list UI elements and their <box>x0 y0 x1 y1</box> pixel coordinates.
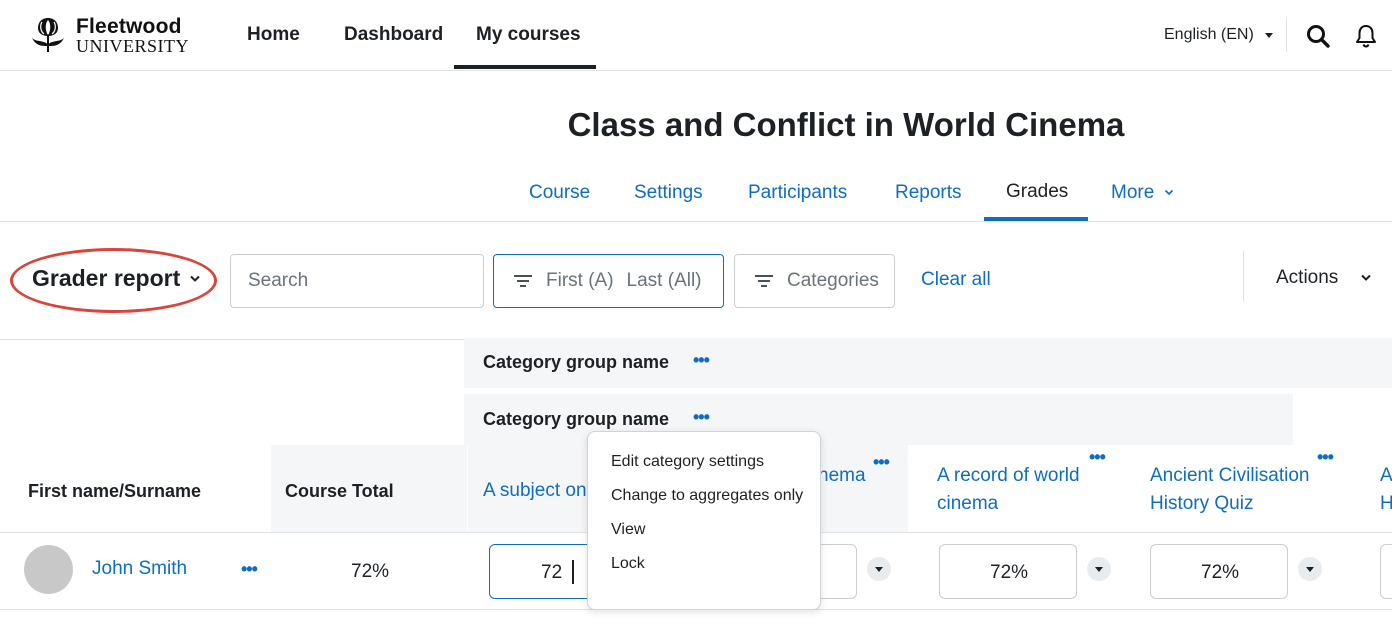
grade-value-4: 72% <box>1201 562 1240 583</box>
category-context-menu: Edit category settings Change to aggrega… <box>587 431 821 610</box>
tab-more[interactable]: More <box>1111 182 1174 204</box>
tab-settings[interactable]: Settings <box>634 182 703 204</box>
caret-down-icon <box>1265 32 1274 38</box>
grade-2-action-caret[interactable] <box>867 557 891 581</box>
top-navbar: Fleetwood UNIVERSITY Home Dashboard My c… <box>0 0 1392 71</box>
grade-input-5[interactable] <box>1380 544 1392 599</box>
annotation-highlight-circle <box>10 248 217 313</box>
grid-top-border <box>0 339 464 340</box>
course-total-value: 72% <box>351 561 390 582</box>
grade-3-action-caret[interactable] <box>1087 557 1111 581</box>
course-total-header[interactable]: Course Total <box>285 481 394 502</box>
nav-dashboard[interactable]: Dashboard <box>344 24 443 46</box>
chevron-down-icon <box>1360 274 1371 281</box>
actions-label: Actions <box>1276 267 1339 288</box>
toolbar-divider <box>1243 251 1244 302</box>
bell-icon[interactable] <box>1355 24 1377 48</box>
category-name-2: Category group name <box>483 409 670 429</box>
menu-change-to-aggregates[interactable]: Change to aggregates only <box>611 487 803 505</box>
grade-value-1: 72 <box>541 562 563 583</box>
tulip-logo-icon <box>32 18 64 52</box>
text-cursor <box>572 560 574 584</box>
chevron-down-icon <box>1164 190 1173 196</box>
brand-subtitle: UNIVERSITY <box>76 36 189 56</box>
name-column-header[interactable]: First name/Surname <box>28 481 201 502</box>
category-1-menu-icon[interactable]: ••• <box>693 350 710 371</box>
grade-input-1[interactable]: 72 <box>489 544 599 599</box>
language-selector[interactable]: English (EN) <box>1164 26 1274 44</box>
nav-active-indicator <box>454 65 596 69</box>
student-name-link[interactable]: John Smith <box>92 558 187 580</box>
nav-my-courses[interactable]: My courses <box>476 24 581 46</box>
filter-icon <box>755 274 773 288</box>
category-2-menu-icon[interactable]: ••• <box>693 407 710 428</box>
grade-input-4[interactable]: 72% <box>1150 544 1288 599</box>
actions-dropdown[interactable]: Actions <box>1276 267 1372 289</box>
search-input[interactable] <box>230 254 484 308</box>
clear-all-link[interactable]: Clear all <box>921 269 991 291</box>
brand-logo[interactable]: Fleetwood UNIVERSITY <box>28 14 198 56</box>
menu-lock[interactable]: Lock <box>611 555 645 573</box>
tab-course[interactable]: Course <box>529 182 590 204</box>
language-label: English (EN) <box>1164 26 1254 43</box>
tab-grades[interactable]: Grades <box>1006 181 1068 203</box>
student-menu-icon[interactable]: ••• <box>241 559 258 580</box>
search-icon[interactable] <box>1306 24 1330 48</box>
grade-item-3-menu-icon[interactable]: ••• <box>1089 447 1106 468</box>
grade-item-4-menu-icon[interactable]: ••• <box>1317 447 1334 468</box>
grade-item-4-header[interactable]: Ancient Civilisation History Quiz <box>1150 462 1325 518</box>
grade-input-3[interactable]: 72% <box>939 544 1077 599</box>
tab-divider <box>0 221 1392 222</box>
category-name-1: Category group name <box>483 352 670 372</box>
grade-item-2-header[interactable]: nema <box>818 462 866 490</box>
grade-value-3: 72% <box>990 562 1029 583</box>
initials-filter-button[interactable]: First (A) Last (All) <box>493 254 724 308</box>
filter-last-label: Last (All) <box>626 270 702 291</box>
menu-edit-category-settings[interactable]: Edit category settings <box>611 453 764 471</box>
categories-filter-button[interactable]: Categories <box>734 254 895 308</box>
course-title: Class and Conflict in World Cinema <box>567 106 1125 143</box>
tab-more-label: More <box>1111 182 1155 203</box>
menu-view[interactable]: View <box>611 521 645 539</box>
filter-icon <box>514 274 532 288</box>
tab-participants[interactable]: Participants <box>748 182 847 204</box>
filter-first-label: First (A) <box>546 270 614 291</box>
navbar-divider <box>1286 18 1287 52</box>
grade-item-5-header[interactable]: A H <box>1380 462 1392 518</box>
categories-label: Categories <box>787 270 879 291</box>
grade-item-3-header[interactable]: A record of world cinema <box>937 462 1097 518</box>
grade-item-2-menu-icon[interactable]: ••• <box>873 452 890 473</box>
nav-home[interactable]: Home <box>247 24 300 46</box>
grade-4-action-caret[interactable] <box>1298 557 1322 581</box>
grade-item-1-header[interactable]: A subject on <box>483 477 587 505</box>
avatar <box>24 545 73 594</box>
tab-reports[interactable]: Reports <box>895 182 962 204</box>
